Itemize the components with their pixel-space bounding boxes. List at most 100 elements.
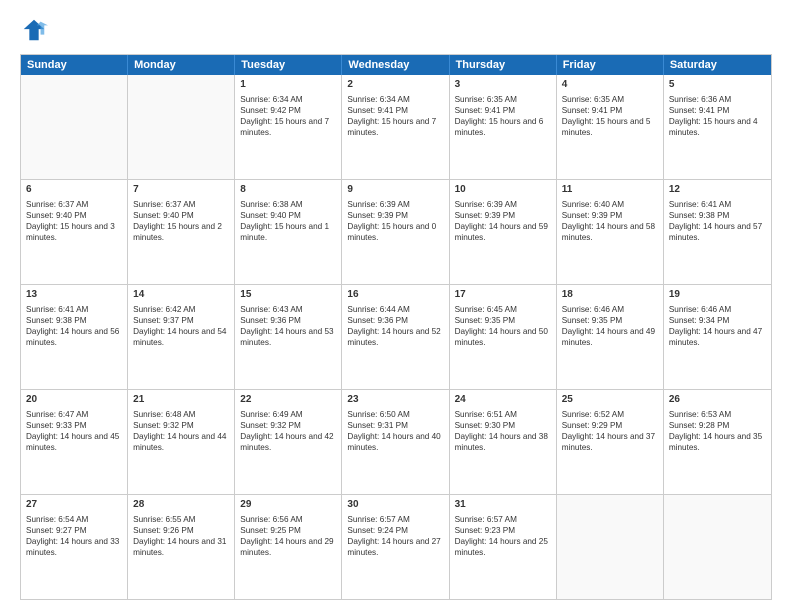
day-cell-21: 21Sunrise: 6:48 AMSunset: 9:32 PMDayligh… [128,390,235,494]
day-info-line: Daylight: 14 hours and 53 minutes. [240,326,336,348]
day-info-line: Daylight: 15 hours and 1 minute. [240,221,336,243]
calendar-header: SundayMondayTuesdayWednesdayThursdayFrid… [21,55,771,75]
day-info-line: Daylight: 14 hours and 29 minutes. [240,536,336,558]
day-info-line: Sunset: 9:24 PM [347,525,443,536]
day-info-line: Daylight: 15 hours and 3 minutes. [26,221,122,243]
day-info-line: Sunset: 9:25 PM [240,525,336,536]
day-info-line: Sunrise: 6:44 AM [347,304,443,315]
day-number: 1 [240,78,336,92]
day-number: 15 [240,288,336,302]
day-cell-22: 22Sunrise: 6:49 AMSunset: 9:32 PMDayligh… [235,390,342,494]
day-number: 23 [347,393,443,407]
day-info-line: Sunset: 9:38 PM [669,210,766,221]
day-info-line: Daylight: 14 hours and 42 minutes. [240,431,336,453]
day-number: 9 [347,183,443,197]
day-cell-2: 2Sunrise: 6:34 AMSunset: 9:41 PMDaylight… [342,75,449,179]
day-info-line: Daylight: 14 hours and 25 minutes. [455,536,551,558]
day-info-line: Daylight: 14 hours and 40 minutes. [347,431,443,453]
day-number: 11 [562,183,658,197]
day-info-line: Sunset: 9:35 PM [455,315,551,326]
day-info-line: Daylight: 14 hours and 27 minutes. [347,536,443,558]
day-cell-10: 10Sunrise: 6:39 AMSunset: 9:39 PMDayligh… [450,180,557,284]
day-cell-29: 29Sunrise: 6:56 AMSunset: 9:25 PMDayligh… [235,495,342,599]
day-header-thursday: Thursday [450,55,557,75]
week-row-5: 27Sunrise: 6:54 AMSunset: 9:27 PMDayligh… [21,495,771,599]
week-row-2: 6Sunrise: 6:37 AMSunset: 9:40 PMDaylight… [21,180,771,285]
day-info-line: Sunrise: 6:45 AM [455,304,551,315]
day-info-line: Sunrise: 6:34 AM [347,94,443,105]
day-info-line: Sunset: 9:30 PM [455,420,551,431]
day-info-line: Daylight: 14 hours and 52 minutes. [347,326,443,348]
day-info-line: Sunrise: 6:54 AM [26,514,122,525]
day-header-monday: Monday [128,55,235,75]
day-header-wednesday: Wednesday [342,55,449,75]
day-cell-11: 11Sunrise: 6:40 AMSunset: 9:39 PMDayligh… [557,180,664,284]
day-info-line: Sunrise: 6:55 AM [133,514,229,525]
day-info-line: Sunset: 9:36 PM [347,315,443,326]
day-cell-20: 20Sunrise: 6:47 AMSunset: 9:33 PMDayligh… [21,390,128,494]
day-cell-30: 30Sunrise: 6:57 AMSunset: 9:24 PMDayligh… [342,495,449,599]
day-info-line: Sunrise: 6:36 AM [669,94,766,105]
page: SundayMondayTuesdayWednesdayThursdayFrid… [0,0,792,612]
day-info-line: Daylight: 14 hours and 33 minutes. [26,536,122,558]
day-cell-17: 17 Sunrise: 6:45 AMSunset: 9:35 PMDayligh… [450,285,557,389]
day-info-line: Daylight: 14 hours and 47 minutes. [669,326,766,348]
day-info-line: Sunrise: 6:49 AM [240,409,336,420]
day-cell-empty [128,75,235,179]
day-number: 21 [133,393,229,407]
day-cell-6: 6Sunrise: 6:37 AMSunset: 9:40 PMDaylight… [21,180,128,284]
day-cell-13: 13Sunrise: 6:41 AMSunset: 9:38 PMDayligh… [21,285,128,389]
day-info-line: Sunset: 9:32 PM [240,420,336,431]
day-info-line: Sunset: 9:39 PM [562,210,658,221]
day-info-line: Daylight: 15 hours and 2 minutes. [133,221,229,243]
day-info-line: Daylight: 14 hours and 57 minutes. [669,221,766,243]
day-cell-24: 24Sunrise: 6:51 AMSunset: 9:30 PMDayligh… [450,390,557,494]
day-info-line: Sunrise: 6:38 AM [240,199,336,210]
day-info-line: Daylight: 14 hours and 49 minutes. [562,326,658,348]
day-info-line: Sunset: 9:40 PM [133,210,229,221]
day-info-line: Sunset: 9:34 PM [669,315,766,326]
day-number: 17 [455,288,551,302]
day-number: 18 [562,288,658,302]
day-info-line: Sunrise: 6:35 AM [455,94,551,105]
day-info-line: Sunrise: 6:39 AM [347,199,443,210]
header [20,16,772,44]
day-info-line: Sunset: 9:39 PM [455,210,551,221]
day-cell-23: 23Sunrise: 6:50 AMSunset: 9:31 PMDayligh… [342,390,449,494]
day-info-line: Sunrise: 6:40 AM [562,199,658,210]
day-info-line: Sunset: 9:41 PM [669,105,766,116]
day-info-line: Sunrise: 6:56 AM [240,514,336,525]
day-info-line: Sunrise: 6:34 AM [240,94,336,105]
day-info-line: Sunrise: 6:43 AM [240,304,336,315]
day-cell-5: 5Sunrise: 6:36 AMSunset: 9:41 PMDaylight… [664,75,771,179]
day-header-sunday: Sunday [21,55,128,75]
day-info-line: Sunset: 9:28 PM [669,420,766,431]
day-info-line: Daylight: 14 hours and 44 minutes. [133,431,229,453]
day-info-line: Sunset: 9:39 PM [347,210,443,221]
day-info-line: Sunset: 9:26 PM [133,525,229,536]
day-info-line: Sunrise: 6:35 AM [562,94,658,105]
day-header-friday: Friday [557,55,664,75]
day-info-line: Daylight: 15 hours and 4 minutes. [669,116,766,138]
logo [20,16,52,44]
day-cell-8: 8Sunrise: 6:38 AMSunset: 9:40 PMDaylight… [235,180,342,284]
day-info-line: Sunset: 9:41 PM [347,105,443,116]
day-number: 14 [133,288,229,302]
day-info-line: Sunrise: 6:57 AM [455,514,551,525]
day-info-line: Sunrise: 6:39 AM [455,199,551,210]
day-header-saturday: Saturday [664,55,771,75]
day-info-line: Sunset: 9:42 PM [240,105,336,116]
day-info-line: Sunrise: 6:51 AM [455,409,551,420]
day-number: 3 [455,78,551,92]
day-number: 13 [26,288,122,302]
day-info-line: Sunset: 9:23 PM [455,525,551,536]
day-number: 24 [455,393,551,407]
day-number: 26 [669,393,766,407]
day-info-line: Daylight: 14 hours and 50 minutes. [455,326,551,348]
day-info-line: Sunrise: 6:37 AM [26,199,122,210]
day-info-line: Daylight: 15 hours and 0 minutes. [347,221,443,243]
day-info-line: Daylight: 15 hours and 7 minutes. [240,116,336,138]
day-cell-12: 12Sunrise: 6:41 AMSunset: 9:38 PMDayligh… [664,180,771,284]
day-number: 10 [455,183,551,197]
day-info-line: Sunset: 9:33 PM [26,420,122,431]
